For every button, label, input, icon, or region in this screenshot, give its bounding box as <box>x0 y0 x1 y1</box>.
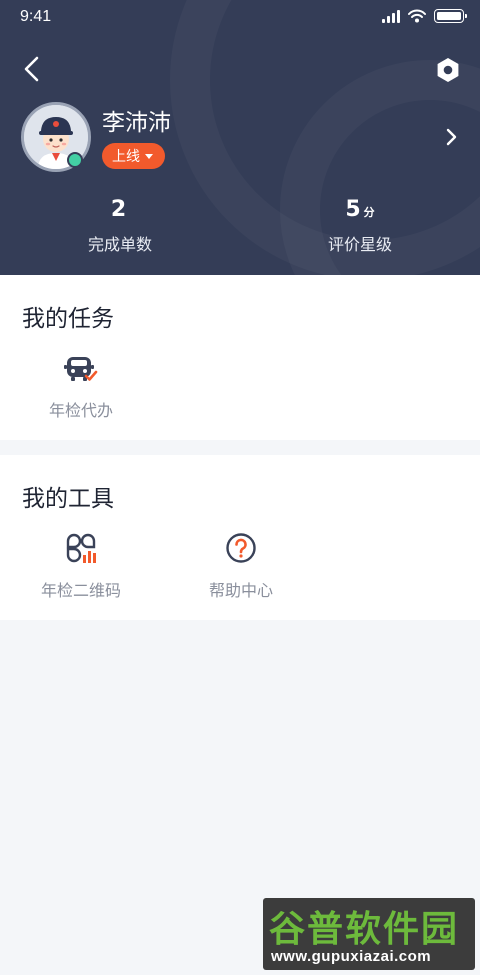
back-button[interactable] <box>18 54 46 84</box>
tool-label: 帮助中心 <box>208 581 273 600</box>
section-title: 我的工具 <box>22 486 114 512</box>
online-status-dropdown[interactable]: 上线 <box>102 143 165 169</box>
signal-icon <box>382 9 400 23</box>
wifi-icon <box>408 9 426 23</box>
stat-label: 完成单数 <box>87 235 152 254</box>
help-icon <box>226 533 256 563</box>
tool-label: 年检二维码 <box>40 581 121 600</box>
my-tasks-section: 我的任务 年检代办 <box>0 275 480 440</box>
car-check-icon <box>64 357 98 381</box>
watermark-title: 谷普软件园 <box>269 909 460 950</box>
site-watermark: 谷普软件园 www.gupuxiazai.com <box>263 898 475 970</box>
task-annual-inspection[interactable]: 年检代办 <box>14 351 148 421</box>
stat-unit: 分 <box>363 206 375 219</box>
stat-completed-orders: 2 完成单数 <box>0 196 240 255</box>
user-name: 李沛沛 <box>102 110 171 136</box>
status-bar: 9:41 <box>0 0 480 36</box>
tool-inspection-qrcode[interactable]: 年检二维码 <box>14 531 148 601</box>
stat-rating: 5分 评价星级 <box>240 196 480 255</box>
stat-label: 评价星级 <box>327 235 392 254</box>
status-time: 9:41 <box>20 8 52 25</box>
qrcode-icon <box>66 533 96 563</box>
battery-icon <box>434 9 467 23</box>
online-status-dot <box>67 152 83 168</box>
settings-gear-icon[interactable] <box>434 56 462 84</box>
caret-down-icon <box>145 153 153 159</box>
status-icons <box>382 9 467 23</box>
status-label: 上线 <box>112 149 140 165</box>
task-label: 年检代办 <box>48 401 113 420</box>
chevron-right-icon[interactable] <box>444 126 460 148</box>
my-tools-section: 我的工具 年检二维码 帮助中心 <box>0 455 480 620</box>
tool-help-center[interactable]: 帮助中心 <box>174 531 308 601</box>
stat-value: 2 <box>110 197 127 222</box>
stat-value: 5 <box>345 197 361 222</box>
section-title: 我的任务 <box>22 306 114 332</box>
profile-header: 9:41 李沛沛 上线 2 完成单数 5 分 评价星级 <box>0 0 480 275</box>
watermark-url: www.gupuxiazai.com <box>271 948 432 965</box>
